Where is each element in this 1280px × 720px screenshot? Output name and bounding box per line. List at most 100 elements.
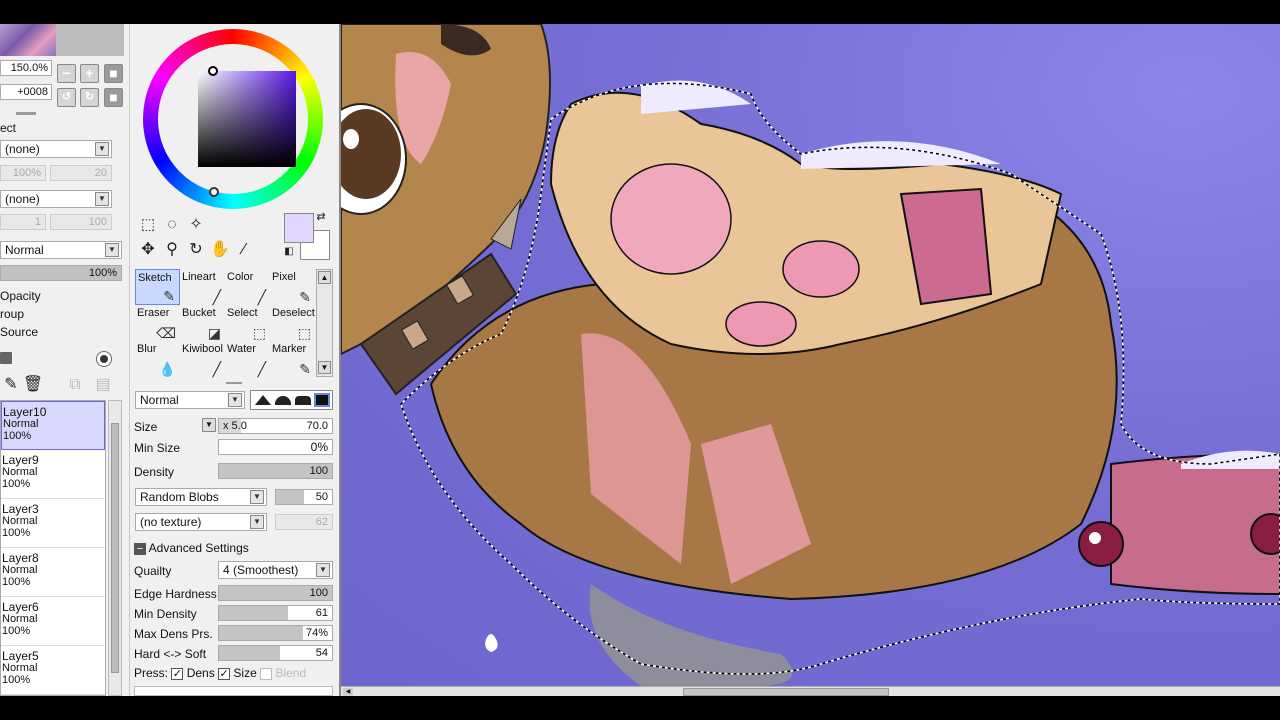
quality-dropdown[interactable]: 4 (Smoothest) ▼ [218, 561, 333, 579]
brush-marker[interactable]: Marker ✎ [270, 341, 315, 377]
eyedropper-icon[interactable]: ⁄ [233, 239, 255, 261]
rotation-field[interactable]: +0008 [0, 84, 52, 100]
navigator-slider[interactable] [16, 112, 36, 115]
layer-item[interactable]: Layer8 Normal 100% [1, 548, 105, 597]
hard-soft-slider[interactable]: 54 [218, 645, 333, 661]
canvas-h-scrollbar-thumb[interactable] [683, 688, 889, 696]
brush-color[interactable]: Color ╱ [225, 269, 270, 305]
zoom-icon[interactable]: ⚲ [161, 239, 183, 261]
panel-bottom-field [134, 686, 333, 696]
brush-texture-dropdown[interactable]: (no texture) ▼ [135, 513, 267, 531]
layer-actions: ✎ 🗑 ⧉ ▤ [0, 374, 125, 396]
clipping-group-checkbox[interactable]: roup [0, 307, 24, 321]
hand-icon[interactable]: ✋ [209, 239, 231, 261]
zoom-reset-button[interactable]: ■ [104, 64, 123, 83]
panel-divider-handle[interactable] [226, 382, 242, 384]
rect-select-icon[interactable]: ⬚ [137, 214, 159, 236]
protect-opacity-checkbox[interactable]: Opacity [0, 289, 41, 303]
drawing-canvas[interactable] [341, 24, 1280, 686]
layer-item[interactable]: Layer10 Normal 100% [1, 401, 105, 450]
trash-icon[interactable]: 🗑 [22, 374, 44, 396]
clear-layer-icon[interactable]: ✎ [0, 374, 22, 396]
layer-opacity-slider[interactable]: 100% [0, 265, 122, 281]
layer-item[interactable]: Layer5 Normal 100% [1, 646, 105, 695]
brush-bucket[interactable]: Bucket ◪ [180, 305, 225, 341]
layer-mode: Normal [2, 564, 38, 576]
advanced-settings-toggle[interactable]: − Advanced Settings [134, 541, 249, 555]
reset-colors-icon[interactable]: ◧ [282, 245, 296, 259]
zoom-in-button[interactable]: + [80, 64, 99, 83]
layer-item[interactable]: Layer6 Normal 100% [1, 597, 105, 646]
layer-item[interactable]: Layer3 Normal 100% [1, 499, 105, 548]
foreground-color-swatch[interactable] [284, 213, 314, 243]
brush-kiwibool[interactable]: Kiwibool ╱ [180, 341, 225, 377]
magic-wand-icon[interactable]: ✧ [185, 214, 207, 236]
density-slider[interactable]: 100 [218, 463, 333, 479]
layer-scrollbar-thumb[interactable] [111, 423, 119, 673]
brush-blur[interactable]: Blur 💧 [135, 341, 180, 377]
navigator-preview[interactable] [56, 24, 124, 56]
brush-pixel[interactable]: Pixel ✎ [270, 269, 315, 305]
tip-shape-round-icon[interactable] [255, 395, 271, 405]
canvas-h-scrollbar[interactable]: ◀ [341, 686, 1280, 696]
selection-source-checkbox[interactable]: Source [0, 325, 38, 339]
tip-shape-square-icon[interactable] [314, 393, 330, 407]
layer-mask-icon[interactable] [96, 351, 112, 367]
brush-shape-dropdown[interactable]: Random Blobs ▼ [135, 488, 267, 506]
brush-deselect[interactable]: Deselect ⬚ [270, 305, 315, 341]
brush-label: Marker [272, 343, 307, 355]
sv-picker-knob[interactable] [208, 66, 218, 76]
layer-scrollbar[interactable] [108, 400, 122, 696]
brush-select[interactable]: Select ⬚ [225, 305, 270, 341]
brush-water[interactable]: Water ╱ [225, 341, 270, 377]
rotate-right-button[interactable]: ↻ [80, 88, 99, 107]
saturation-value-square[interactable] [198, 71, 296, 167]
select-icon: ⬚ [252, 325, 266, 341]
transfer-down-icon[interactable]: ⧉ [64, 374, 86, 396]
max-dens-slider[interactable]: 74% [218, 625, 333, 641]
brush-lineart[interactable]: Lineart ╱ [180, 269, 225, 305]
press-size-checkbox[interactable]: ✓ [218, 667, 231, 680]
press-blend-checkbox[interactable] [260, 667, 273, 680]
limb-gem [1250, 513, 1280, 555]
lasso-icon[interactable]: ◌ [161, 214, 183, 236]
min-size-field[interactable]: 0% [218, 439, 333, 455]
tip-shape-flat-icon[interactable] [295, 396, 311, 405]
scroll-left-icon[interactable]: ◀ [343, 688, 353, 696]
brush-sketch[interactable]: Sketch ✎ [135, 269, 180, 305]
zoom-field[interactable]: 150.0% [0, 60, 52, 76]
layer-opacity: 100% [2, 478, 31, 490]
navigator-thumbnail[interactable] [0, 24, 56, 56]
color-wheel[interactable] [143, 29, 323, 209]
pencil-icon: ✎ [299, 289, 311, 305]
press-dens-checkbox[interactable]: ✓ [171, 667, 184, 680]
paper-texture-dropdown[interactable]: (none) ▼ [0, 140, 112, 158]
brush-shape-selector[interactable] [250, 390, 333, 410]
size-slider[interactable]: x 5.0 70.0 [218, 418, 333, 434]
merge-down-icon[interactable]: ▤ [92, 374, 114, 396]
layer-opacity: 100% [2, 625, 31, 637]
brush-blend-dropdown[interactable]: Normal ▼ [135, 391, 245, 409]
layer-item[interactable]: Layer9 Normal 100% [1, 450, 105, 499]
brush-eraser[interactable]: Eraser ⌫ [135, 305, 180, 341]
shape-strength-slider[interactable]: 50 [275, 489, 333, 505]
min-size-label: Min Size [134, 441, 181, 455]
rotate-icon[interactable]: ↻ [185, 239, 207, 261]
chevron-down-icon: ▼ [95, 192, 109, 206]
rotate-reset-button[interactable]: ■ [104, 88, 123, 107]
new-folder-icon[interactable] [0, 352, 12, 364]
zoom-out-button[interactable]: − [57, 64, 76, 83]
edge-hardness-slider[interactable]: 100 [218, 585, 333, 601]
tip-shape-soft-icon[interactable] [275, 396, 291, 405]
min-density-slider[interactable]: 61 [218, 605, 333, 621]
swap-colors-icon[interactable]: ⇄ [314, 210, 328, 224]
move-icon[interactable]: ✥ [137, 239, 159, 261]
edge-effect-dropdown[interactable]: (none) ▼ [0, 190, 112, 208]
scroll-up-icon[interactable]: ▲ [318, 271, 331, 284]
rotate-left-button[interactable]: ↺ [57, 88, 76, 107]
scroll-down-icon[interactable]: ▼ [318, 361, 331, 374]
size-multiplier-dropdown[interactable]: ▼ [202, 418, 216, 432]
brush-grid-scrollbar[interactable]: ▲ ▼ [316, 269, 333, 377]
layer-blend-dropdown[interactable]: Normal ▼ [0, 241, 122, 259]
hue-picker-knob[interactable] [209, 187, 219, 197]
